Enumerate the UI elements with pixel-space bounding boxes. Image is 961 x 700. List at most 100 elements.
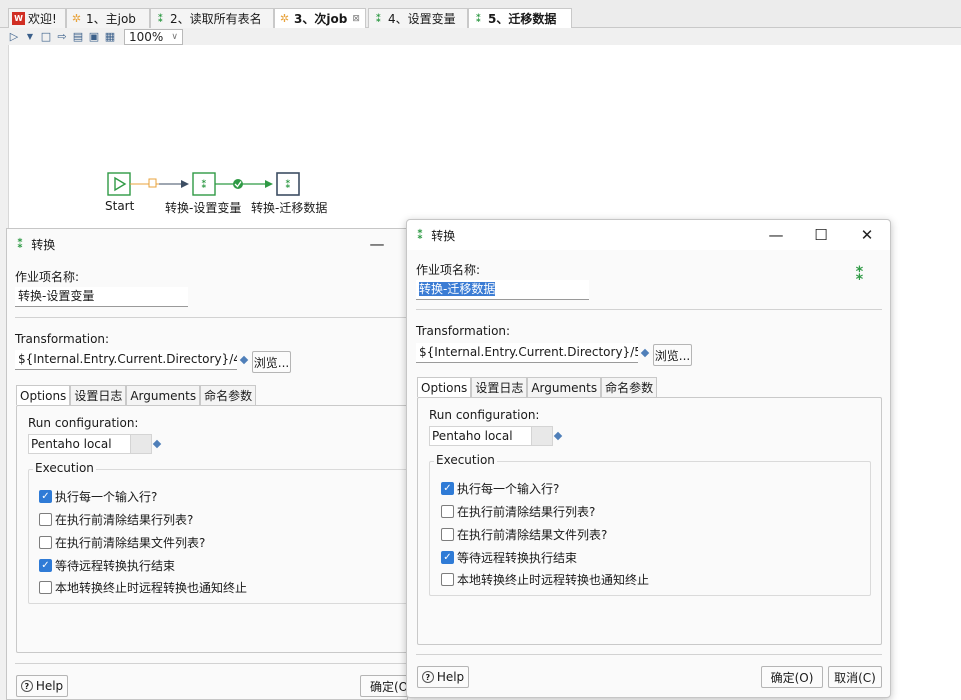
tab-logging[interactable]: 设置日志 [70,385,127,405]
tab-sub-job[interactable]: ✲ 3、次job ⊠ [274,8,366,28]
run-configuration-select[interactable]: Pentaho local [429,426,553,446]
run-configuration-label: Run configuration: [28,416,139,430]
variable-icon [239,355,249,365]
checkbox-notify-remote-stop[interactable]: 本地转换终止时远程转换也通知终止 [39,579,247,596]
zoom-select[interactable]: 100% ∨ [124,28,183,45]
start-node[interactable] [107,172,131,196]
entry-name-label: 作业项名称: [15,270,80,284]
dropdown-button[interactable] [130,434,152,454]
execution-group: Execution ✓ 执行每一个输入行? 在执行前清除结果行列表? 在执行前清除… [28,461,418,604]
options-panel: Run configuration: Pentaho local Executi… [417,397,882,645]
checkbox-unchecked-icon [39,513,52,526]
checkbox-clear-result-files[interactable]: 在执行前清除结果文件列表? [39,534,205,551]
help-button[interactable]: ? Help [16,675,68,697]
options-panel: Run configuration: Pentaho local Executi… [16,405,418,653]
help-button[interactable]: ? Help [417,666,469,688]
browse-button[interactable]: 浏览... [252,351,291,373]
transformation-dialog: ⁑ 转换 — ☐ ✕ 作业项名称: 转换-迁移数据 ⁑ Transformati… [406,219,891,698]
checkbox-checked-icon: ✓ [39,490,52,503]
transformation-label: Transformation: [15,332,110,346]
node-label-migrate-data: 转换-迁移数据 [251,201,328,215]
checkbox-checked-icon: ✓ [441,551,454,564]
tab-named-parameters[interactable]: 命名参数 [200,385,257,405]
preview-icon[interactable]: ▣ [88,30,100,44]
checkbox-execute-each-row[interactable]: ✓ 执行每一个输入行? [441,480,559,497]
checkbox-clear-result-rows[interactable]: 在执行前清除结果行列表? [441,503,595,520]
checkbox-checked-icon: ✓ [39,559,52,572]
canvas-toolbar: ▷ ▼ □ ⇨ ▤ ▣ ▦ 100% ∨ [8,28,183,45]
separator [15,317,409,318]
checkbox-unchecked-icon [39,581,52,594]
tab-options[interactable]: Options [16,385,71,405]
stop-icon[interactable]: □ [40,30,52,44]
transformation-icon: ⁑ [17,237,24,251]
node-label-start: Start [105,199,135,213]
close-icon[interactable]: ⊠ [352,14,360,24]
verify-icon[interactable]: ▤ [72,30,84,44]
tab-migrate-data[interactable]: ⁑ 5、迁移数据 [468,8,572,28]
entry-name-label: 作业项名称: [416,263,481,277]
success-check-icon [233,179,243,189]
ok-button[interactable]: 确定(O) [761,666,823,688]
entry-name-input[interactable]: 转换-迁移数据 [416,280,589,300]
execution-label: Execution [434,453,497,467]
transformation-icon: ⁑ [375,12,382,25]
tab-options[interactable]: Options [417,377,472,397]
help-icon: ? [20,680,33,692]
tab-named-parameters[interactable]: 命名参数 [601,377,658,397]
help-icon: ? [421,671,434,683]
transformation-icon: ⁑ [417,228,424,242]
grid-icon[interactable]: ▦ [104,30,116,44]
transformation-icon: ⁑ [475,12,482,25]
separator [416,654,882,655]
checkbox-unchecked-icon [441,573,454,586]
ok-button[interactable]: 确定(O [360,675,408,697]
entry-name-input[interactable]: 转换-设置变量 [15,287,188,307]
checkbox-wait-remote[interactable]: ✓ 等待远程转换执行结束 [441,549,577,566]
checkbox-unchecked-icon [441,528,454,541]
job-icon: ✲ [279,12,290,25]
tab-logging[interactable]: 设置日志 [471,377,528,397]
checkbox-unchecked-icon [39,536,52,549]
checkbox-checked-icon: ✓ [441,482,454,495]
checkbox-unchecked-icon [441,505,454,518]
tab-read-table-names[interactable]: ⁑ 2、读取所有表名 [150,8,274,28]
dropdown-button[interactable] [531,426,553,446]
variable-icon [152,439,162,449]
checkbox-execute-each-row[interactable]: ✓ 执行每一个输入行? [39,488,157,505]
separator [416,309,882,310]
close-icon[interactable]: ✕ [857,226,877,244]
transformation-icon: ⁑ [157,12,164,25]
run-icon[interactable]: ▷ [8,30,20,44]
run-configuration-select[interactable]: Pentaho local [28,434,152,454]
transformation-path-input[interactable]: ${Internal.Entry.Current.Directory}/5、 [416,343,638,363]
execution-label: Execution [33,461,96,475]
maximize-icon[interactable]: ☐ [811,226,831,244]
variable-icon [640,348,650,358]
transformation-icon: ⁑ [201,178,207,191]
checkbox-notify-remote-stop[interactable]: 本地转换终止时远程转换也通知终止 [441,571,649,588]
tab-set-variables[interactable]: ⁑ 4、设置变量 [368,8,468,28]
checkbox-wait-remote[interactable]: ✓ 等待远程转换执行结束 [39,557,175,574]
transformation-path-input[interactable]: ${Internal.Entry.Current.Directory}/4、 [15,350,237,370]
lock-icon [148,178,157,188]
browse-button[interactable]: 浏览... [653,344,692,366]
transformation-icon: ⁑ [855,264,865,285]
minimize-icon[interactable]: — [766,226,786,244]
chevron-down-icon: ∨ [171,31,178,42]
tab-arguments[interactable]: Arguments [126,385,201,405]
welcome-icon: W [12,12,25,25]
tab-welcome[interactable]: W 欢迎! [8,8,66,28]
tab-main-job[interactable]: ✲ 1、主job [66,8,150,28]
replay-icon[interactable]: ⇨ [56,30,68,44]
dropdown-arrow-icon[interactable]: ▼ [24,30,36,44]
separator [15,663,409,664]
checkbox-clear-result-rows[interactable]: 在执行前清除结果行列表? [39,511,193,528]
checkbox-clear-result-files[interactable]: 在执行前清除结果文件列表? [441,526,607,543]
execution-group: Execution ✓ 执行每一个输入行? 在执行前清除结果行列表? 在执行前清除… [429,453,871,596]
minimize-icon[interactable]: — [367,235,387,253]
tab-arguments[interactable]: Arguments [527,377,602,397]
transformation-label: Transformation: [416,324,511,338]
cancel-button[interactable]: 取消(C) [828,666,882,688]
dialog-tabs: Options 设置日志 Arguments 命名参数 [417,377,658,397]
